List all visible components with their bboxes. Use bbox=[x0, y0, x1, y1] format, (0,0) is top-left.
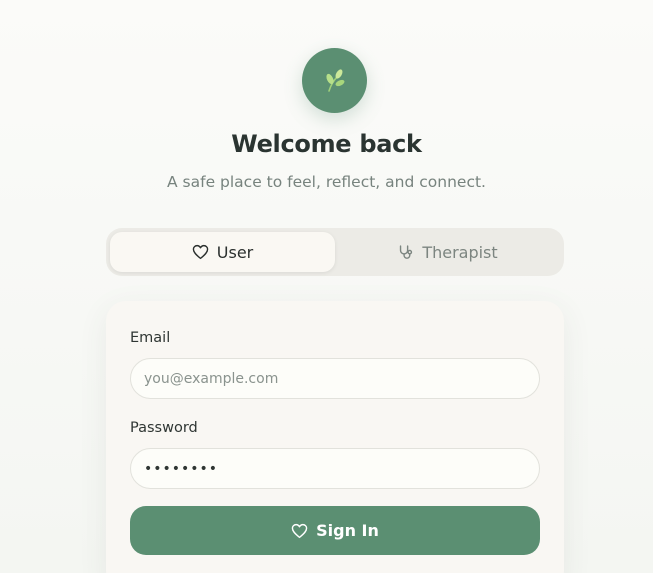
login-card: Email Password Sign In bbox=[106, 301, 564, 573]
page-subtitle: A safe place to feel, reflect, and conne… bbox=[167, 173, 486, 191]
sign-in-label: Sign In bbox=[316, 521, 379, 540]
password-label: Password bbox=[130, 420, 198, 436]
role-option-label: Therapist bbox=[422, 242, 498, 262]
stethoscope-icon bbox=[397, 244, 414, 261]
email-field[interactable] bbox=[130, 358, 540, 399]
page-title: Welcome back bbox=[231, 130, 422, 158]
role-toggle: User Therapist bbox=[106, 228, 564, 276]
role-option-user[interactable]: User bbox=[110, 232, 335, 272]
app-logo bbox=[302, 48, 367, 113]
heart-icon bbox=[291, 523, 308, 539]
heart-icon bbox=[192, 244, 209, 260]
role-option-label: User bbox=[216, 242, 254, 262]
sign-in-button[interactable]: Sign In bbox=[130, 506, 540, 555]
role-option-therapist[interactable]: Therapist bbox=[335, 232, 560, 272]
password-field[interactable] bbox=[130, 448, 540, 489]
leaf-sprout-icon bbox=[321, 67, 349, 95]
email-label: Email bbox=[130, 330, 171, 346]
